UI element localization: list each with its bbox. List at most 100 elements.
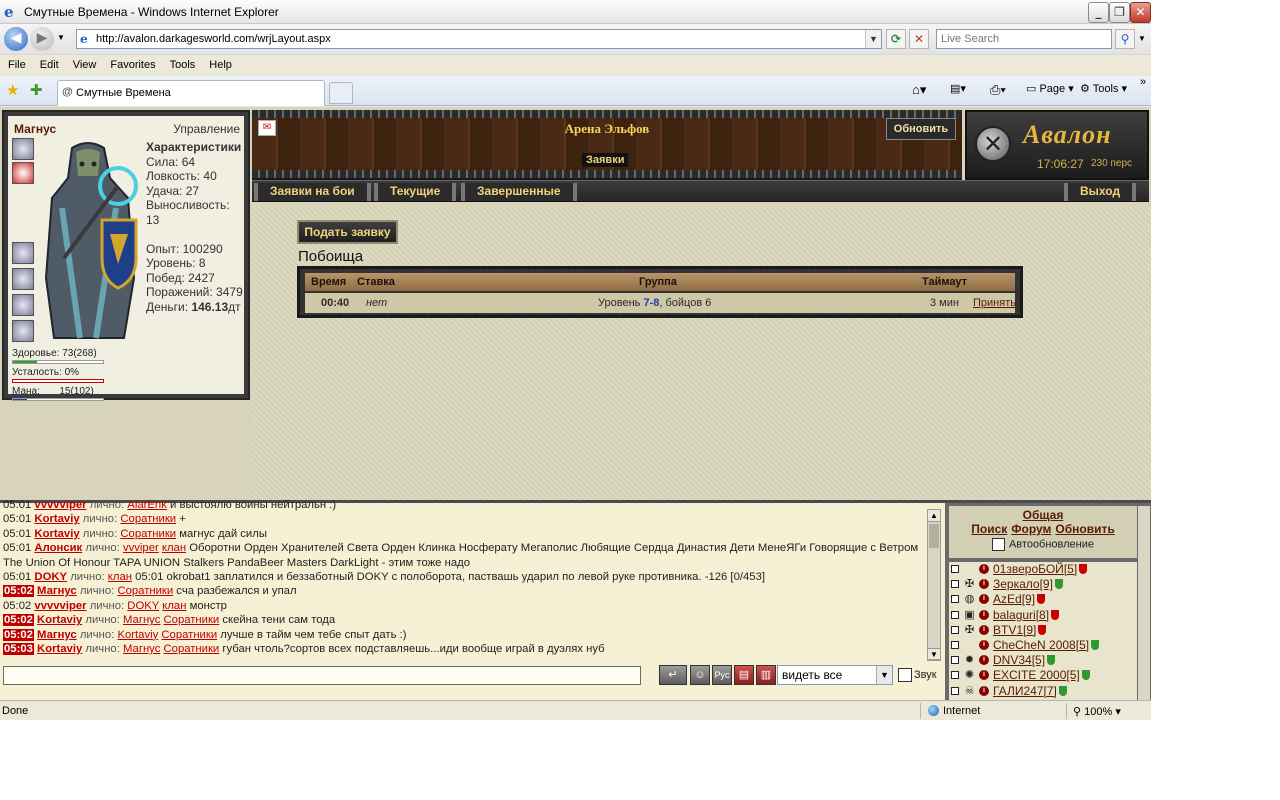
private-checkbox[interactable] [951, 625, 959, 634]
ring-slot-icon[interactable] [12, 320, 34, 342]
tab-current[interactable]: Текущие [374, 183, 457, 201]
new-tab-button[interactable] [329, 82, 353, 104]
back-button[interactable]: ◀ [4, 27, 28, 51]
info-icon[interactable]: i [979, 639, 989, 650]
chat-nick[interactable]: Магнус [37, 629, 77, 641]
ring-slot-icon[interactable] [12, 268, 34, 290]
chat-nick[interactable]: Kortaviy [37, 643, 82, 655]
chat-recipient[interactable]: Магнус [123, 614, 160, 626]
private-checkbox[interactable] [951, 656, 959, 665]
sound-checkbox[interactable] [898, 668, 912, 682]
scroll-down-icon[interactable]: ▼ [928, 648, 940, 660]
clan-icon[interactable]: ✹ [963, 653, 976, 668]
info-icon[interactable]: i [979, 670, 989, 681]
online-user-name[interactable]: ГАЛИ247[7] [993, 684, 1067, 699]
tab-general[interactable]: Общая [949, 506, 1137, 522]
private-checkbox[interactable] [951, 565, 959, 573]
clan-icon[interactable]: ☠ [963, 684, 976, 699]
manage-link[interactable]: Управление [173, 122, 240, 136]
chat-recipient[interactable]: клан [162, 542, 186, 554]
character-avatar[interactable] [32, 138, 144, 344]
private-checkbox[interactable] [951, 640, 959, 649]
chat-recipient[interactable]: клан [162, 600, 186, 612]
refresh-button[interactable]: Обновить [886, 118, 956, 140]
chat-recipient[interactable]: vvviper [123, 542, 159, 554]
chevron-down-icon[interactable]: ▼ [876, 666, 892, 684]
add-favorite-icon[interactable]: ✚ [30, 81, 43, 99]
scroll-thumb[interactable] [929, 524, 939, 548]
helmet-slot-icon[interactable] [12, 138, 34, 160]
exit-button[interactable]: Выход [1064, 183, 1137, 201]
chat-recipient[interactable]: Kortaviy [117, 629, 158, 641]
tab-finished[interactable]: Завершенные [461, 183, 577, 201]
send-icon[interactable]: ↵ [659, 665, 687, 685]
zoom-level[interactable]: ⚲ 100% ▾ [1073, 705, 1121, 718]
private-checkbox[interactable] [951, 580, 959, 589]
clear-chat-icon[interactable]: ▤ [734, 665, 754, 685]
tools-menu[interactable]: ⚙ Tools ▾ [1080, 82, 1127, 95]
chat-nick[interactable]: Kortaviy [34, 513, 79, 525]
chat-nick[interactable]: Алонсик [34, 542, 82, 554]
chat-nick[interactable]: vvvvviper [34, 499, 86, 511]
menu-favorites[interactable]: Favorites [102, 55, 161, 71]
page-menu[interactable]: ▭ Page ▾ [1026, 82, 1074, 95]
scroll-up-icon[interactable]: ▲ [928, 510, 940, 522]
ring-slot-icon[interactable] [12, 242, 34, 264]
search-input[interactable] [936, 29, 1112, 49]
forward-button[interactable]: ▶ [30, 27, 54, 51]
chat-recipient[interactable]: Соратники [120, 513, 176, 525]
clan-icon[interactable]: ✠ [963, 577, 976, 592]
info-icon[interactable]: i [979, 624, 989, 635]
ring-slot-icon[interactable] [12, 294, 34, 316]
security-zone[interactable]: Internet [928, 705, 980, 717]
chat-input[interactable] [3, 666, 641, 685]
search-link[interactable]: Поиск [971, 522, 1007, 536]
menu-help[interactable]: Help [201, 55, 238, 71]
chat-nick[interactable]: vvvvviper [34, 600, 86, 612]
minimize-button[interactable]: _ [1088, 2, 1109, 23]
search-icon[interactable]: ⚲ [1115, 29, 1135, 49]
private-checkbox[interactable] [951, 686, 959, 695]
chat-nick[interactable]: Kortaviy [34, 528, 79, 540]
smiley-icon[interactable]: ☺ [690, 665, 710, 685]
online-user-name[interactable]: CheCheN 2008[5] [993, 638, 1100, 653]
online-user-name[interactable]: DNV34[5] [993, 653, 1056, 668]
chat-recipient[interactable]: DOKY [127, 600, 159, 612]
menu-edit[interactable]: Edit [32, 55, 65, 71]
info-icon[interactable]: i [979, 579, 989, 590]
search-options-icon[interactable]: ▼ [1138, 34, 1146, 43]
online-user-name[interactable]: 01звероБОЙ[5] [993, 562, 1088, 577]
accept-link[interactable]: Принять [973, 297, 1016, 309]
chat-recipient[interactable]: Магнус [123, 643, 160, 655]
private-checkbox[interactable] [951, 595, 959, 604]
filter-icon[interactable]: ▥ [756, 665, 776, 685]
online-user-name[interactable]: EXCITE 2000[5] [993, 668, 1090, 683]
chat-nick[interactable]: DOKY [34, 571, 67, 583]
submit-request-button[interactable]: Подать заявку [297, 220, 398, 244]
online-user-name[interactable]: balaguri[8] [993, 608, 1060, 623]
home-icon[interactable]: ⌂▾ [912, 82, 926, 98]
chat-recipient[interactable]: Соратники [164, 643, 220, 655]
feeds-icon[interactable]: ▤▾ [950, 82, 966, 95]
menu-file[interactable]: File [0, 55, 32, 71]
tab-active[interactable]: @ Смутные Времена [57, 80, 325, 106]
online-user-name[interactable]: Зеркало[9] [993, 577, 1063, 592]
chat-recipient[interactable]: Соратники [161, 629, 217, 641]
translit-icon[interactable]: Рус [712, 665, 732, 685]
menu-view[interactable]: View [65, 55, 103, 71]
refresh-icon[interactable]: ⟳ [886, 29, 906, 49]
close-button[interactable]: ✕ [1130, 2, 1151, 23]
view-filter-select[interactable]: видеть все ▼ [777, 665, 893, 685]
restore-button[interactable]: ❐ [1109, 2, 1130, 23]
info-icon[interactable]: i [979, 685, 989, 696]
forum-link[interactable]: Форум [1011, 522, 1051, 536]
chat-nick[interactable]: Магнус [37, 585, 77, 597]
online-user-name[interactable]: AzEd[9] [993, 592, 1046, 607]
stop-icon[interactable]: ✕ [909, 29, 929, 49]
private-checkbox[interactable] [951, 610, 959, 619]
url-dropdown-icon[interactable]: ▼ [865, 30, 881, 48]
clan-icon[interactable]: ▣ [963, 608, 976, 623]
info-icon[interactable]: i [979, 655, 989, 666]
info-icon[interactable]: i [979, 609, 989, 620]
clan-icon[interactable]: ✺ [963, 668, 976, 683]
